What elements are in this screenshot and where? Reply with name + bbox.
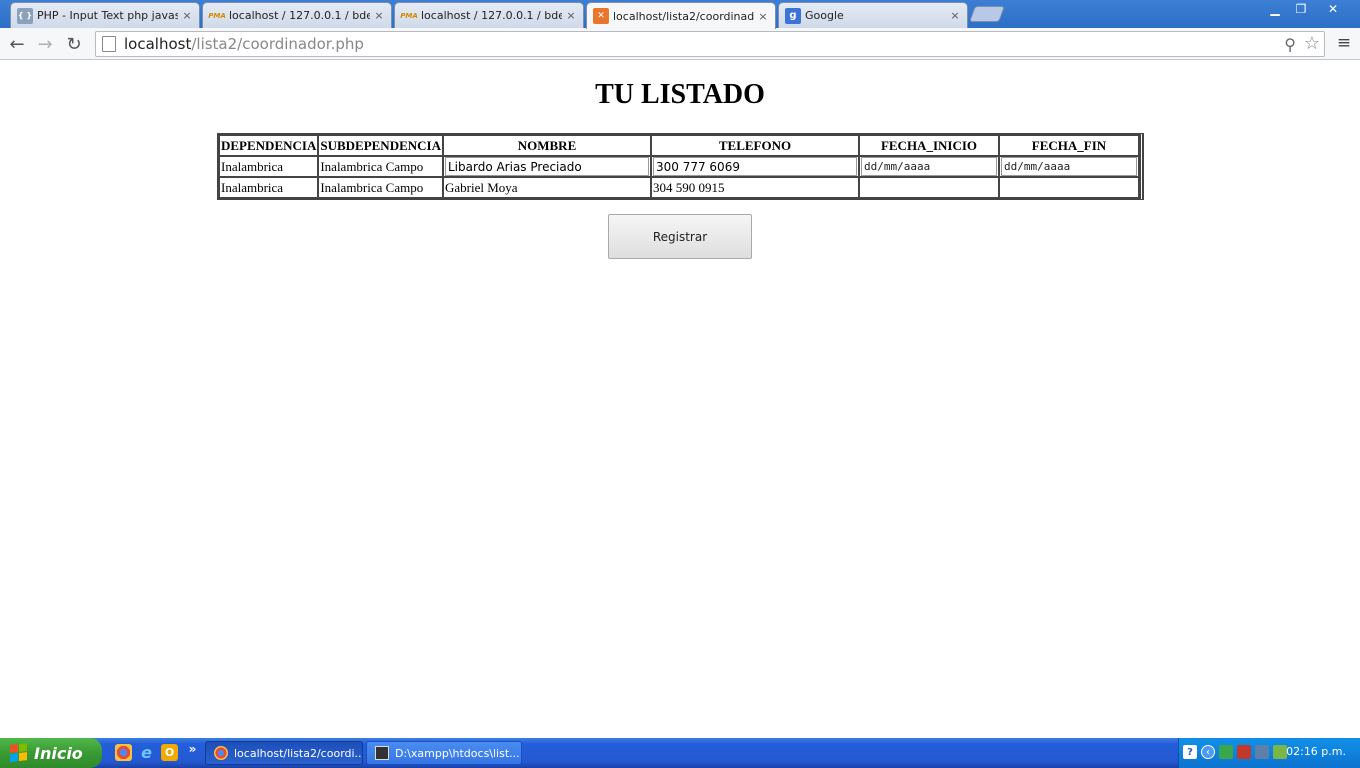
reload-icon[interactable]: ↻ bbox=[62, 32, 86, 56]
column-header-dependencia: DEPENDENCIA bbox=[219, 135, 319, 156]
nombre-input[interactable] bbox=[444, 157, 649, 176]
xampp-icon: ✕ bbox=[593, 8, 609, 24]
tab-label: localhost/lista2/coordinador.p bbox=[613, 9, 754, 23]
cell-subdependencia: Inalambrica Campo bbox=[318, 156, 443, 177]
new-tab-button[interactable] bbox=[969, 6, 1005, 22]
cell-fecha-inicio bbox=[858, 156, 999, 177]
restore-icon[interactable]: ❐ bbox=[1288, 0, 1314, 18]
minimize-icon[interactable]: ▁ bbox=[1262, 0, 1288, 18]
table-row: Inalambrica Inalambrica Campo Gabriel Mo… bbox=[219, 177, 1139, 198]
page-content: TU LISTADO DEPENDENCIA SUBDEPENDENCIA NO… bbox=[0, 61, 1360, 738]
taskbar-window-label: D:\xampp\htdocs\list... bbox=[395, 746, 520, 760]
browser-tab-strip: { } PHP - Input Text php javascr × PMA l… bbox=[0, 0, 1360, 29]
url-path: /lista2/coordinador.php bbox=[191, 35, 364, 53]
tab-phpmyadmin-2[interactable]: PMA localhost / 127.0.0.1 / bdedc × bbox=[394, 2, 584, 28]
tab-coordinador[interactable]: ✕ localhost/lista2/coordinador.p × bbox=[586, 2, 776, 29]
column-header-subdependencia: SUBDEPENDENCIA bbox=[318, 135, 443, 156]
phpmyadmin-icon: PMA bbox=[400, 11, 418, 20]
tab-label: PHP - Input Text php javascr bbox=[37, 9, 178, 22]
table-row: Inalambrica Inalambrica Campo bbox=[219, 156, 1139, 177]
telefono-input[interactable] bbox=[652, 157, 857, 176]
page-title: TU LISTADO bbox=[595, 79, 765, 110]
cell-fecha-fin bbox=[998, 177, 1139, 198]
cell-telefono bbox=[650, 156, 859, 177]
tab-close-icon[interactable]: × bbox=[181, 9, 193, 22]
column-header-nombre: NOMBRE bbox=[442, 135, 651, 156]
cell-fecha-fin bbox=[998, 156, 1139, 177]
outlook-icon[interactable]: O bbox=[161, 744, 178, 761]
tab-label: Google bbox=[805, 9, 844, 22]
connection-icon[interactable] bbox=[1273, 745, 1287, 759]
document-icon: { } bbox=[17, 7, 33, 24]
browser-toolbar: ← → ↻ localhost /lista2/coordinador.php … bbox=[0, 28, 1360, 60]
cell-dependencia: Inalambrica bbox=[219, 177, 319, 198]
tab-label: localhost / 127.0.0.1 / bdedc bbox=[229, 9, 370, 22]
menu-hamburger-icon[interactable]: ≡ bbox=[1335, 34, 1353, 52]
bookmark-star-icon[interactable]: ☆ bbox=[1304, 33, 1320, 54]
google-icon: g bbox=[785, 7, 801, 24]
tab-close-icon[interactable]: × bbox=[949, 9, 961, 22]
cell-nombre: Gabriel Moya bbox=[442, 177, 651, 198]
taskbar-window-folder[interactable]: D:\xampp\htdocs\list... bbox=[366, 741, 522, 765]
chrome-icon bbox=[214, 746, 228, 760]
windows-flag-icon bbox=[10, 743, 28, 763]
url-host: localhost bbox=[124, 35, 192, 53]
forward-arrow-icon[interactable]: → bbox=[33, 32, 57, 56]
internet-explorer-icon[interactable]: e bbox=[138, 743, 155, 762]
tray-expand-icon[interactable]: ‹ bbox=[1201, 745, 1215, 759]
fecha-inicio-input[interactable] bbox=[860, 157, 997, 176]
column-header-fecha-fin: FECHA_FIN bbox=[998, 135, 1139, 156]
taskbar-window-label: localhost/lista2/coordi... bbox=[234, 746, 363, 760]
column-header-fecha-inicio: FECHA_INICIO bbox=[858, 135, 999, 156]
security-icon[interactable] bbox=[1237, 745, 1251, 759]
taskbar-window-chrome[interactable]: localhost/lista2/coordi... bbox=[205, 741, 363, 765]
display-icon[interactable] bbox=[1255, 745, 1269, 759]
listing-table: DEPENDENCIA SUBDEPENDENCIA NOMBRE TELEFO… bbox=[217, 133, 1144, 200]
folder-icon bbox=[375, 746, 389, 760]
registrar-button[interactable]: Registrar bbox=[608, 214, 752, 259]
page-icon bbox=[102, 36, 116, 52]
system-tray: ? ‹ 02:16 p.m. bbox=[1178, 738, 1360, 768]
tab-close-icon[interactable]: × bbox=[373, 9, 385, 22]
start-label: Inicio bbox=[34, 743, 83, 763]
chrome-quicklaunch-icon[interactable] bbox=[115, 744, 132, 761]
help-icon[interactable]: ? bbox=[1183, 745, 1197, 759]
back-arrow-icon[interactable]: ← bbox=[5, 32, 29, 56]
tab-phpmyadmin-1[interactable]: PMA localhost / 127.0.0.1 / bdedc × bbox=[202, 2, 392, 28]
network-icon[interactable] bbox=[1219, 745, 1233, 759]
column-header-telefono: TELEFONO bbox=[650, 135, 859, 156]
tab-close-icon[interactable]: × bbox=[565, 9, 577, 22]
search-icon[interactable]: ⚲ bbox=[1284, 35, 1296, 54]
tab-close-icon[interactable]: × bbox=[757, 10, 769, 23]
tab-label: localhost / 127.0.0.1 / bdedc bbox=[421, 9, 562, 22]
phpmyadmin-icon: PMA bbox=[208, 11, 226, 20]
window-close-icon[interactable]: ✕ bbox=[1320, 0, 1346, 18]
address-bar[interactable]: localhost /lista2/coordinador.php ⚲ ☆ bbox=[95, 31, 1325, 57]
cell-fecha-inicio bbox=[858, 177, 999, 198]
tab-php-input-text[interactable]: { } PHP - Input Text php javascr × bbox=[10, 2, 200, 28]
cell-nombre bbox=[442, 156, 651, 177]
windows-taskbar: Inicio e O » localhost/lista2/coordi... … bbox=[0, 738, 1360, 768]
start-button[interactable]: Inicio bbox=[0, 738, 102, 768]
tab-google[interactable]: g Google × bbox=[778, 2, 968, 28]
cell-telefono: 304 590 0915 bbox=[650, 177, 859, 198]
table-header-row: DEPENDENCIA SUBDEPENDENCIA NOMBRE TELEFO… bbox=[219, 135, 1139, 156]
cell-subdependencia: Inalambrica Campo bbox=[318, 177, 443, 198]
fecha-fin-input[interactable] bbox=[1000, 157, 1137, 176]
taskbar-clock: 02:16 p.m. bbox=[1286, 745, 1346, 758]
cell-dependencia: Inalambrica bbox=[219, 156, 319, 177]
quicklaunch-more-icon[interactable]: » bbox=[184, 740, 201, 757]
